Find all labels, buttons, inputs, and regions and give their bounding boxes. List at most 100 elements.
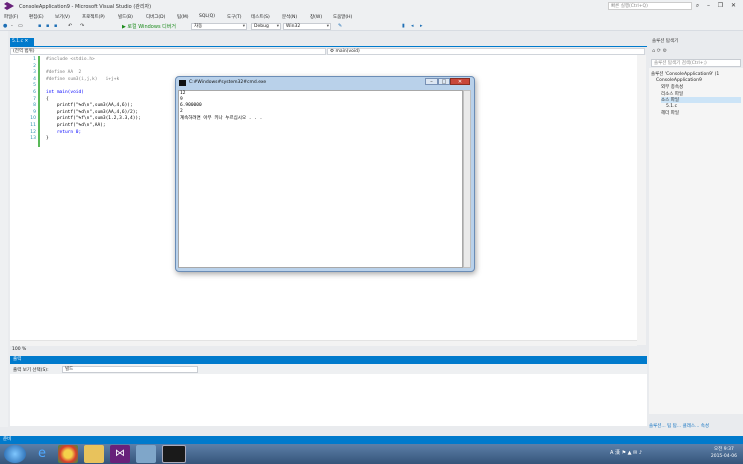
bookmark-next-icon[interactable]: ▸ <box>420 23 423 29</box>
app-taskbar-icon[interactable] <box>136 445 156 463</box>
line-number: 5 <box>33 83 36 89</box>
function-dropdown[interactable]: ⚙ main(void) <box>327 48 645 55</box>
zoom-level[interactable]: 100 % <box>12 347 34 353</box>
line-number: 2 <box>33 63 36 69</box>
minimize-button[interactable]: – <box>704 2 713 10</box>
menu-help[interactable]: 도움말(H) <box>333 14 352 20</box>
maximize-button[interactable]: ❐ <box>716 2 725 10</box>
console-close-button[interactable]: ✕ <box>450 78 470 85</box>
code-line[interactable]: #define sum3(i,j,k) i+j+k <box>46 77 119 82</box>
menu-project[interactable]: 프로젝트(P) <box>82 14 105 20</box>
menu-team[interactable]: 팀(M) <box>177 14 189 20</box>
menu-test[interactable]: 테스트(S) <box>251 14 270 20</box>
search-icon[interactable]: ⌕ <box>693 2 702 10</box>
console-minimize-button[interactable]: – <box>425 78 438 85</box>
code-line[interactable]: } <box>46 136 49 141</box>
redo-icon[interactable]: ↷ <box>80 23 84 29</box>
tree-item[interactable]: 헤더 파일 <box>661 110 741 116</box>
line-number: 3 <box>33 70 36 76</box>
code-line[interactable]: printf("%d\n",AA); <box>46 123 106 128</box>
console-scrollbar[interactable] <box>463 90 471 268</box>
console-maximize-button[interactable]: □ <box>438 78 450 85</box>
quick-launch-placeholder: 빠른 실행(Ctrl+Q) <box>611 4 648 9</box>
start-button[interactable] <box>4 445 26 463</box>
tree-item[interactable]: 외부 종속성 <box>661 84 741 90</box>
cmd-icon <box>179 80 186 86</box>
start-debug-button[interactable]: ▶ 로컬 Windows 디버거 <box>122 23 176 30</box>
editor-vertical-scrollbar[interactable] <box>637 55 646 345</box>
forward-icon[interactable]: - <box>11 23 13 29</box>
tab-team-explorer[interactable]: 팀 탐... <box>667 424 681 429</box>
scope-dropdown[interactable]: (전역 범위) <box>10 48 326 55</box>
tool-window-strip <box>0 31 8 427</box>
output-source-combo[interactable]: 빌드 <box>62 366 198 373</box>
menu-build[interactable]: 빌드(B) <box>118 14 133 20</box>
code-line[interactable]: return 0; <box>46 130 81 135</box>
line-number: 6 <box>33 90 36 95</box>
sync-icon[interactable]: ⟳ <box>657 48 661 54</box>
tree-item[interactable]: 5.1.c <box>666 104 741 109</box>
save-icon[interactable]: ▪ <box>46 23 49 29</box>
settings-icon[interactable]: ⚙ <box>663 48 667 54</box>
menu-analyze[interactable]: 분석(N) <box>282 14 297 20</box>
open-icon[interactable]: ▪ <box>38 23 41 29</box>
bookmark-icon[interactable]: ▮ <box>402 23 405 29</box>
console-line: 2 <box>180 109 183 114</box>
close-button[interactable]: ✕ <box>729 2 738 10</box>
ie-icon[interactable]: e <box>32 445 52 463</box>
home-icon[interactable]: ⌂ <box>652 48 655 54</box>
line-number: 9 <box>33 109 36 115</box>
menu-window[interactable]: 창(W) <box>310 14 322 20</box>
output-text-area[interactable] <box>10 374 647 426</box>
line-number: 7 <box>33 96 36 102</box>
new-project-icon[interactable]: ▭ <box>18 23 23 29</box>
back-icon[interactable]: ● <box>3 23 7 29</box>
code-line[interactable]: #include <stdio.h> <box>46 57 95 62</box>
output-panel-header: 출력 <box>10 356 647 364</box>
change-tracking-bar <box>38 56 40 147</box>
standard-toolbar: ● - ▭ ▪ ▪ ▪ ↶ ↷ ▶ 로컬 Windows 디버거 자동 Debu… <box>0 21 743 31</box>
line-number: 1 <box>33 57 36 62</box>
solution-explorer-toolbar: ⌂ ⟳ ⚙ <box>649 46 743 56</box>
editor-horizontal-scrollbar[interactable] <box>10 340 637 346</box>
code-line[interactable]: #define AA 2 <box>46 70 81 75</box>
tab-properties[interactable]: 속성 <box>701 424 709 429</box>
menu-file[interactable]: 파일(F) <box>4 14 18 20</box>
tree-item[interactable]: 소스 파일 <box>661 97 741 103</box>
code-line[interactable]: printf("%d\n",sum3(AA,4,6)); <box>46 103 133 108</box>
save-all-icon[interactable]: ▪ <box>54 23 57 29</box>
visual-studio-taskbar-icon[interactable]: ⋈ <box>110 445 130 463</box>
undo-icon[interactable]: ↶ <box>68 23 72 29</box>
system-tray[interactable]: A 漢 ⚑ ▲ ✉ ♪ <box>610 449 642 456</box>
tree-item[interactable]: ConsoleApplication9 <box>656 78 741 83</box>
quick-launch-input[interactable]: 빠른 실행(Ctrl+Q) <box>608 2 692 10</box>
console-line: 계속하려면 아무 키나 누르십시오 . . . <box>180 116 263 121</box>
bookmark-prev-icon[interactable]: ◂ <box>411 23 414 29</box>
tab-solution-explorer[interactable]: 솔루션... <box>649 424 666 429</box>
menu-sql[interactable]: SQL(Q) <box>199 14 215 19</box>
tab-5-1-c[interactable]: 5.1.c ✕ <box>10 38 34 46</box>
auto-combo[interactable]: 자동 <box>191 23 247 30</box>
console-title: C:#Windows#system32#cmd.exe <box>189 80 267 85</box>
tree-item[interactable]: 리소스 파일 <box>661 91 741 97</box>
code-line[interactable]: printf("%f\n",sum3(1.2,3.3,4)); <box>46 116 141 121</box>
explorer-icon[interactable] <box>84 445 104 463</box>
find-icon[interactable]: ✎ <box>338 23 342 29</box>
menu-edit[interactable]: 편집(E) <box>29 14 44 20</box>
line-number: 4 <box>33 76 36 82</box>
solution-explorer-search[interactable]: 솔루션 탐색기 검색(Ctrl+;) <box>651 59 741 67</box>
code-line[interactable]: { <box>46 97 49 102</box>
cmd-taskbar-icon[interactable] <box>162 445 186 463</box>
configuration-combo[interactable]: Debug <box>251 23 281 30</box>
platform-combo[interactable]: Win32 <box>283 23 331 30</box>
code-line[interactable]: int main(void) <box>46 90 84 95</box>
code-line[interactable]: printf("%d\n",sum3(AA,4,6)/2); <box>46 110 138 115</box>
menu-tools[interactable]: 도구(T) <box>227 14 242 20</box>
menu-debug[interactable]: 디버그(D) <box>146 14 165 20</box>
chrome-icon[interactable] <box>58 445 78 463</box>
tree-item[interactable]: 솔루션 'ConsoleApplication9' (1 <box>651 71 741 77</box>
menu-view[interactable]: 보기(V) <box>55 14 70 20</box>
function-label: main(void) <box>335 49 360 54</box>
tab-class-view[interactable]: 클래스... <box>683 424 700 429</box>
taskbar-clock[interactable]: 오전 9:37 2015-04-06 <box>711 446 737 460</box>
